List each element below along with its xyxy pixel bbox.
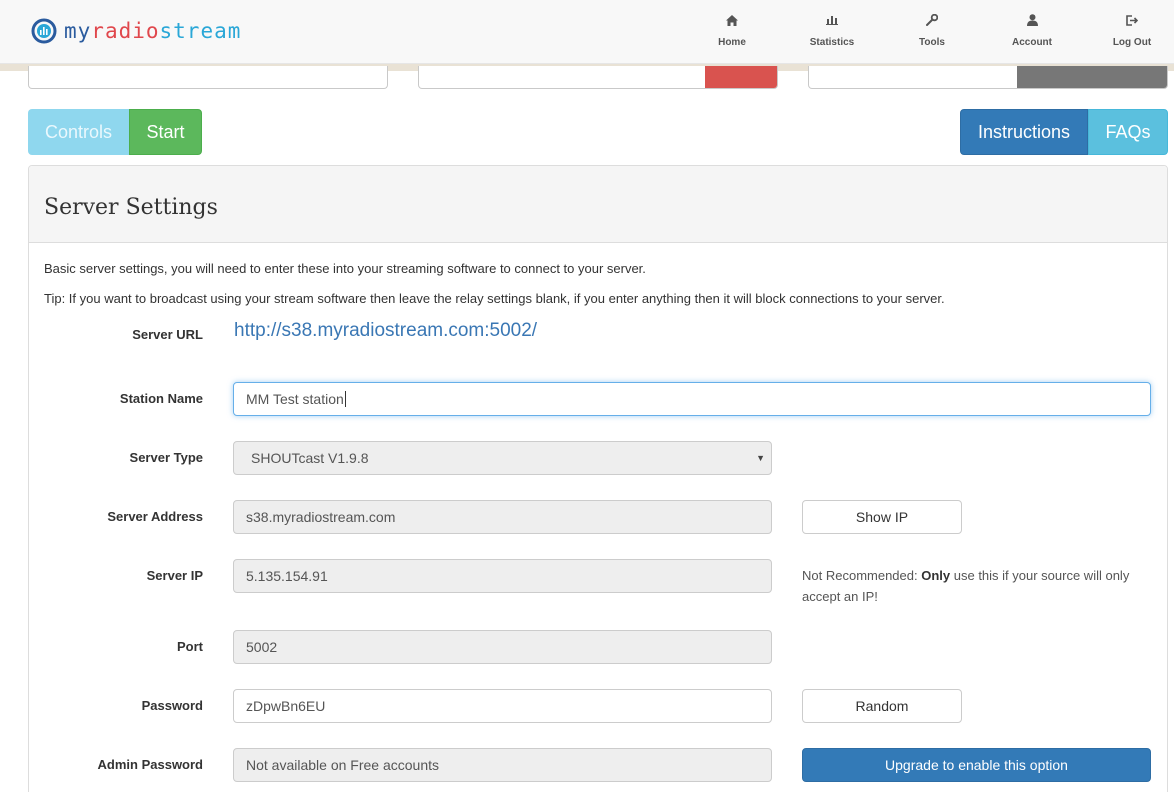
server-address-value: s38.myradiostream.com	[246, 509, 396, 525]
admin-password-input[interactable]: Not available on Free accounts	[233, 748, 772, 782]
action-button-stub[interactable]	[1017, 66, 1167, 88]
admin-password-value: Not available on Free accounts	[246, 757, 439, 773]
port-value: 5002	[246, 639, 278, 655]
password-input[interactable]: zDpwBn6EU	[233, 689, 772, 723]
server-address-label: Server Address	[107, 509, 203, 524]
top-navbar: myradiostream Home Statistics Tools Acco…	[0, 0, 1174, 64]
logout-icon	[1092, 12, 1172, 28]
station-name-label: Station Name	[119, 391, 203, 406]
server-type-label: Server Type	[129, 450, 203, 465]
nav-account[interactable]: Account	[992, 12, 1072, 48]
admin-password-label: Admin Password	[97, 757, 203, 772]
server-url-label: Server URL	[132, 327, 203, 342]
select-caret-icon: ▼	[756, 453, 765, 463]
panel-tip-text: Tip: If you want to broadcast using your…	[44, 291, 945, 306]
brand-logo[interactable]: myradiostream	[30, 18, 241, 44]
nav-tools-label: Tools	[919, 37, 945, 48]
status-card-left	[28, 66, 388, 89]
nav-account-label: Account	[1012, 37, 1052, 48]
nav-statistics-label: Statistics	[809, 37, 855, 48]
faqs-button[interactable]: FAQs	[1088, 109, 1168, 155]
nav-home[interactable]: Home	[692, 12, 772, 48]
show-ip-button[interactable]: Show IP	[802, 500, 962, 534]
status-card-right	[808, 66, 1168, 89]
panel-heading: Server Settings	[29, 166, 1167, 243]
station-name-value: MM Test station	[246, 391, 344, 407]
nav-logout[interactable]: Log Out	[1092, 12, 1172, 48]
home-icon	[692, 12, 772, 28]
server-type-value: SHOUTcast V1.9.8	[251, 450, 369, 466]
server-ip-label: Server IP	[146, 568, 203, 583]
server-ip-input[interactable]: 5.135.154.91	[233, 559, 772, 593]
password-value: zDpwBn6EU	[246, 698, 326, 714]
start-button[interactable]: Start	[129, 109, 202, 155]
nav-logout-label: Log Out	[1112, 37, 1152, 48]
brand-my: my	[64, 18, 92, 43]
panel-intro-text: Basic server settings, you will need to …	[44, 261, 646, 276]
port-input[interactable]: 5002	[233, 630, 772, 664]
upgrade-button[interactable]: Upgrade to enable this option	[802, 748, 1151, 782]
brand-stream: stream	[159, 18, 242, 43]
server-ip-note: Not Recommended: Only use this if your s…	[802, 565, 1142, 607]
server-address-input[interactable]: s38.myradiostream.com	[233, 500, 772, 534]
note-prefix: Not Recommended:	[802, 568, 922, 583]
radio-logo-icon	[30, 18, 58, 44]
brand-name: myradiostream	[64, 18, 242, 43]
station-name-input[interactable]: MM Test station	[233, 382, 1151, 416]
instructions-button[interactable]: Instructions	[960, 109, 1088, 155]
controls-button[interactable]: Controls	[28, 109, 129, 155]
server-ip-value: 5.135.154.91	[246, 568, 328, 584]
status-card-middle	[418, 66, 778, 89]
user-icon	[992, 12, 1072, 28]
nav-tools[interactable]: Tools	[892, 12, 972, 48]
server-url-link[interactable]: http://s38.myradiostream.com:5002/	[234, 320, 537, 342]
note-bold: Only	[921, 568, 951, 583]
stop-button-stub[interactable]	[705, 66, 777, 88]
nav-home-label: Home	[718, 37, 746, 48]
brand-radio: radio	[91, 18, 160, 43]
nav-statistics[interactable]: Statistics	[792, 12, 872, 48]
statistics-icon	[792, 12, 872, 28]
wrench-icon	[892, 12, 972, 28]
password-label: Password	[141, 698, 203, 713]
port-label: Port	[177, 639, 203, 654]
random-password-button[interactable]: Random	[802, 689, 962, 723]
server-type-select[interactable]: SHOUTcast V1.9.8 ▼	[233, 441, 772, 475]
panel-title: Server Settings	[44, 195, 218, 220]
